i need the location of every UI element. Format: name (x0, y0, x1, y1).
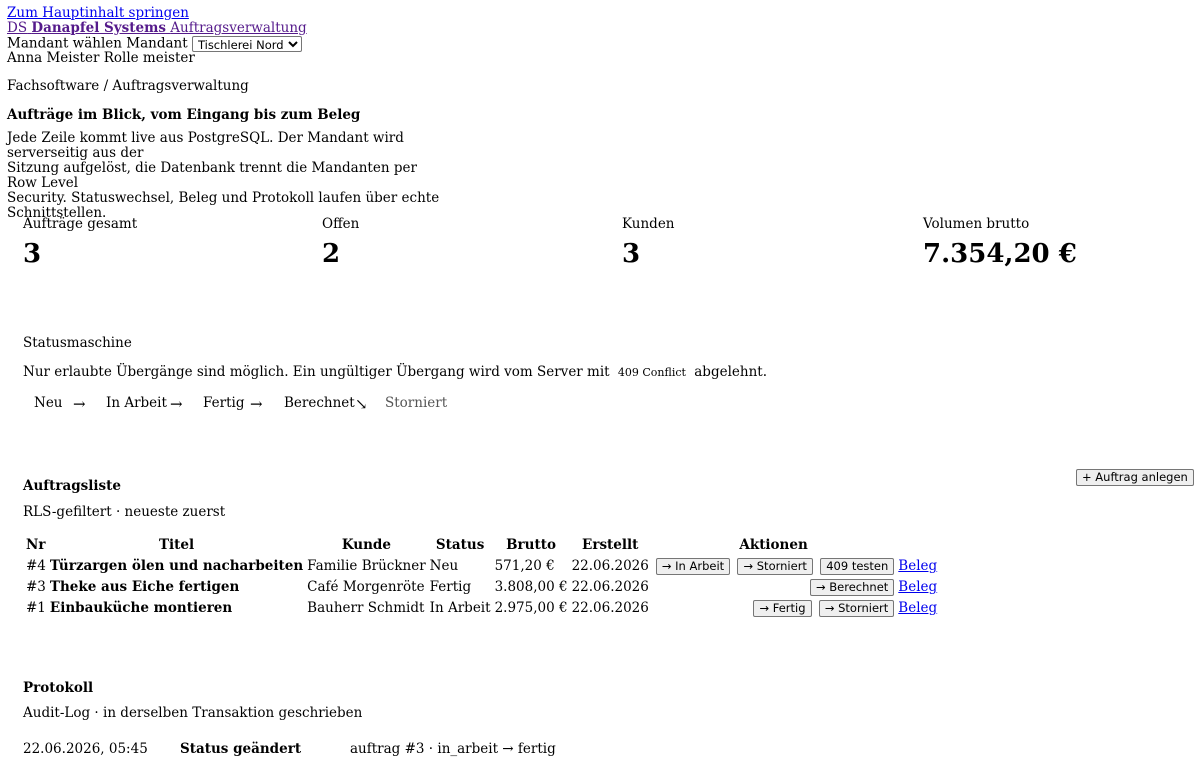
receipt-link[interactable]: Beleg (898, 579, 937, 595)
table-row: #1 Einbauküche montieren Bauherr Schmidt… (25, 599, 938, 618)
state-berechnet: Berechnet (284, 395, 355, 411)
page-title: Aufträge im Blick, vom Eingang bis zum B… (7, 107, 361, 123)
col-receipt (897, 536, 938, 555)
state-in-arbeit: In Arbeit (106, 395, 167, 411)
table-row: #3 Theke aus Eiche fertigen Café Morgenr… (25, 578, 938, 597)
kpi-label: Kunden (622, 216, 675, 232)
brand-name: Danapfel Systems (31, 20, 166, 36)
breadcrumb: Fachsoftware / Auftragsverwaltung (7, 78, 249, 94)
to-storniert-button[interactable]: → Storniert (818, 600, 895, 617)
to-in-arbeit-button[interactable]: → In Arbeit (655, 558, 731, 575)
orders-heading: Auftragsliste (23, 478, 121, 494)
orders-subtitle: RLS-gefiltert · neueste zuerst (23, 504, 226, 520)
protocol-subtitle: Audit-Log · in derselben Transaktion ges… (23, 705, 363, 721)
table-row: #4 Türzargen ölen und nacharbeiten Famil… (25, 557, 938, 576)
order-created: 22.06.2026 (571, 558, 649, 574)
user-name: Anna Meister (7, 50, 100, 66)
arrow-right-icon: → (250, 395, 263, 413)
kpi-label: Offen (322, 216, 360, 232)
col-actions: Aktionen (739, 537, 808, 553)
order-actions: → Berechnet (652, 578, 895, 597)
col-title: Titel (158, 537, 195, 553)
order-nr: #3 (26, 579, 46, 595)
add-order-button[interactable]: + Auftrag anlegen (1076, 469, 1194, 486)
brand-abbr: DS (7, 20, 28, 36)
receipt-link[interactable]: Beleg (898, 558, 937, 574)
brand-home-link[interactable]: DS Danapfel Systems Auftragsverwaltung (7, 21, 307, 36)
order-customer: Café Morgenröte (307, 579, 425, 595)
to-berechnet-button[interactable]: → Berechnet (810, 579, 895, 596)
col-gross: Brutto (506, 537, 556, 553)
kpi-value: 3 (622, 239, 641, 269)
col-customer: Kunde (341, 537, 391, 553)
state-neu: Neu (34, 395, 63, 411)
conflict-code: 409 Conflict (617, 366, 686, 379)
kpi-value: 3 (23, 239, 42, 269)
statemachine-heading: Statusmaschine (23, 335, 132, 351)
kpi-value: 7.354,20 € (923, 239, 1077, 269)
page-intro: Jede Zeile kommt live aus PostgreSQL. De… (7, 130, 440, 221)
arrow-down-right-icon: ↘ (355, 395, 368, 413)
order-title: Theke aus Eiche fertigen (49, 579, 240, 595)
orders-table: Nr Titel Kunde Status Brutto Erstellt Ak… (23, 534, 940, 620)
kpi-orders-total: Aufträge gesamt 3 (23, 216, 138, 270)
arrow-right-icon: → (170, 395, 183, 413)
kpi-value: 2 (322, 239, 341, 269)
kpi-customers: Kunden 3 (622, 216, 675, 270)
order-status: In Arbeit (429, 600, 491, 616)
order-gross: 3.808,00 € (494, 579, 568, 595)
order-title: Einbauküche montieren (49, 600, 233, 616)
order-gross: 2.975,00 € (494, 600, 568, 616)
state-fertig: Fertig (203, 395, 245, 411)
order-actions: → In Arbeit → Storniert 409 testen (652, 557, 895, 576)
order-nr: #1 (26, 600, 46, 616)
user-role-label: Rolle (103, 50, 139, 66)
order-created: 22.06.2026 (571, 579, 649, 595)
kpi-volume-gross: Volumen brutto 7.354,20 € (923, 216, 1077, 270)
order-status: Neu (429, 558, 459, 574)
state-storniert: Storniert (385, 395, 448, 411)
order-status: Fertig (429, 579, 472, 595)
order-nr: #4 (26, 558, 46, 574)
kpi-label: Aufträge gesamt (23, 216, 138, 232)
user-info: Anna Meister Rolle meister (7, 51, 195, 66)
skip-to-main-link[interactable]: Zum Hauptinhalt springen (7, 6, 189, 21)
kpi-label: Volumen brutto (923, 216, 1030, 232)
tenant-select[interactable]: Tischlerei Nord (191, 36, 302, 52)
order-customer: Bauherr Schmidt (307, 600, 425, 616)
order-actions: → Fertig → Storniert (652, 599, 895, 618)
order-title: Türzargen ölen und nacharbeiten (49, 558, 304, 574)
to-fertig-button[interactable]: → Fertig (753, 600, 812, 617)
statemachine-description: Nur erlaubte Übergänge sind möglich. Ein… (23, 364, 767, 380)
to-storniert-button[interactable]: → Storniert (737, 558, 813, 575)
order-created: 22.06.2026 (571, 600, 649, 616)
order-customer: Familie Brückner (307, 558, 426, 574)
arrow-right-icon: → (73, 395, 86, 413)
table-header-row: Nr Titel Kunde Status Brutto Erstellt Ak… (25, 536, 938, 555)
brand-product: Auftragsverwaltung (170, 20, 307, 36)
col-status: Status (435, 537, 485, 553)
col-nr: Nr (26, 537, 46, 553)
user-role-value: meister (142, 50, 195, 66)
receipt-link[interactable]: Beleg (898, 600, 937, 616)
col-created: Erstellt (582, 537, 639, 553)
test-409-button[interactable]: 409 testen (820, 558, 895, 575)
order-gross: 571,20 € (494, 558, 555, 574)
kpi-open: Offen 2 (322, 216, 360, 270)
protocol-heading: Protokoll (23, 680, 94, 696)
